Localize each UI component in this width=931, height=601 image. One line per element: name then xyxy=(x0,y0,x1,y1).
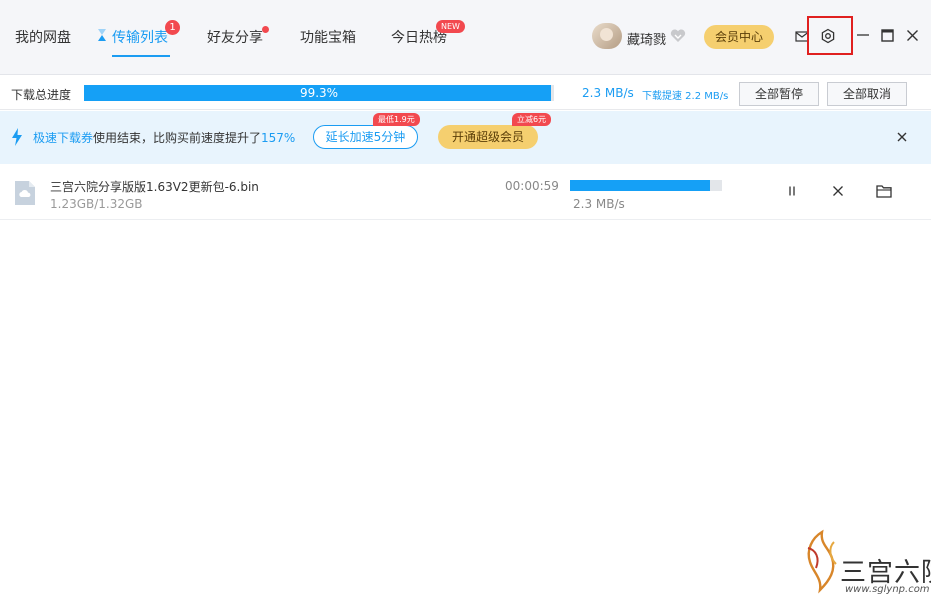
promo-message-text: 使用结束，比购买前速度提升了 xyxy=(93,131,262,145)
pause-icon[interactable] xyxy=(786,185,798,197)
pause-all-button[interactable]: 全部暂停 xyxy=(739,82,819,106)
tab-my-netdisk[interactable]: 我的网盘 xyxy=(15,27,71,47)
watermark-logo xyxy=(807,529,837,594)
total-progress-label: 下载总进度 xyxy=(11,88,72,102)
promo-coupon-name: 极速下载券 xyxy=(33,131,94,145)
cloud-file-icon xyxy=(15,181,35,205)
speed-promo-banner: 极速下载券使用结束，比购买前速度提升了157% 延长加速5分钟 最低1.9元 开… xyxy=(0,111,931,164)
file-size: 1.23GB/1.32GB xyxy=(50,197,143,211)
loading-icon xyxy=(98,29,106,41)
download-progress-row: 下载总进度 99.3% 2.3 MB/s 下载提速 2.2 MB/s 全部暂停 … xyxy=(0,76,931,110)
promo-message: 极速下载券使用结束，比购买前速度提升了157% xyxy=(33,129,295,146)
file-progress-fill xyxy=(570,180,710,191)
vip-discount-tag: 立减6元 xyxy=(512,113,552,126)
file-speed: 2.3 MB/s xyxy=(573,197,625,211)
close-icon[interactable] xyxy=(906,29,919,42)
settings-icon[interactable] xyxy=(820,28,836,44)
lightning-icon xyxy=(12,128,22,146)
open-folder-icon[interactable] xyxy=(876,184,892,198)
tab-friend-share[interactable]: 好友分享 xyxy=(207,27,263,47)
total-progress-percent: 99.3% xyxy=(299,86,339,100)
file-progress-bar xyxy=(570,180,722,191)
transfer-count-badge: 1 xyxy=(165,20,180,35)
new-badge: NEW xyxy=(436,20,465,33)
maximize-icon[interactable] xyxy=(881,29,894,42)
top-navigation-bar: 我的网盘 传输列表 1 好友分享 功能宝箱 今日热榜 NEW 藏琦戮 会员中心 xyxy=(0,0,931,75)
boost-speed: 下载提速 2.2 MB/s xyxy=(642,91,729,102)
tab-feature-box[interactable]: 功能宝箱 xyxy=(300,27,356,47)
active-tab-indicator xyxy=(112,55,170,57)
avatar[interactable] xyxy=(592,23,622,49)
cancel-all-button[interactable]: 全部取消 xyxy=(827,82,907,106)
minimize-icon[interactable] xyxy=(856,27,870,43)
watermark-url: www.sglynp.com xyxy=(845,584,930,595)
tab-transfer-list[interactable]: 传输列表 xyxy=(112,27,168,47)
file-name: 三宫六院分享版版1.63V2更新包-6.bin xyxy=(50,180,259,194)
total-progress-bar: 99.3% xyxy=(84,85,554,101)
extend-price-tag: 最低1.9元 xyxy=(373,113,420,126)
vip-level-icon xyxy=(670,29,686,42)
table-row[interactable]: 三宫六院分享版版1.63V2更新包-6.bin 1.23GB/1.32GB 00… xyxy=(0,165,931,220)
notification-dot xyxy=(262,26,269,33)
cancel-download-icon[interactable] xyxy=(832,185,844,197)
extend-boost-button[interactable]: 延长加速5分钟 xyxy=(313,125,418,149)
close-banner-icon[interactable] xyxy=(896,131,908,143)
member-center-button[interactable]: 会员中心 xyxy=(704,25,774,49)
time-remaining: 00:00:59 xyxy=(505,179,559,193)
open-super-vip-button[interactable]: 开通超级会员 xyxy=(438,125,538,149)
promo-speedup-percent: 157% xyxy=(261,131,296,145)
username[interactable]: 藏琦戮 xyxy=(627,29,666,48)
download-speed: 2.3 MB/s xyxy=(582,86,634,100)
